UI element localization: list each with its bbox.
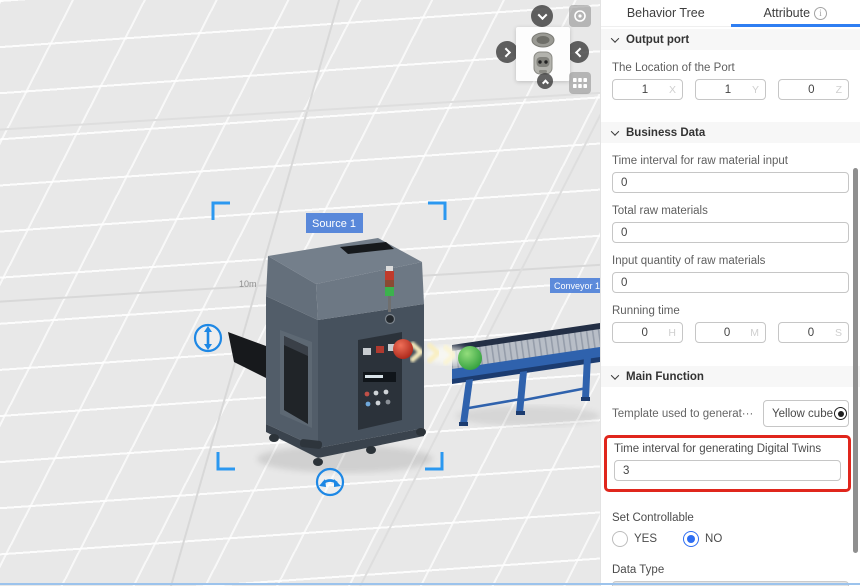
focus-target-icon (574, 10, 586, 22)
minutes-value: 0 (723, 326, 731, 339)
selection-corner-bottom-left (216, 452, 235, 471)
radio-checked-icon (683, 531, 700, 547)
scene-canvas: 10m Source 1 Conveyor 1 (193, 201, 600, 497)
running-time-seconds-input[interactable]: 0 S (778, 322, 849, 343)
total-raw-materials-label: Total raw materials (612, 205, 708, 217)
hours-value: 0 (641, 326, 648, 339)
port-x-input[interactable]: 1 X (612, 79, 683, 100)
orbit-up-button[interactable] (537, 73, 553, 89)
bottom-accent-line (0, 583, 860, 585)
rotate-horizontal-gizmo[interactable] (315, 467, 345, 497)
grid-view-button[interactable] (569, 72, 591, 94)
grid-icon (573, 78, 587, 88)
input-quantity-label: Input quantity of raw materials (612, 255, 766, 267)
unit-suffix: S (834, 326, 842, 339)
section-output-port[interactable]: Output port (601, 29, 860, 50)
generation-interval-input[interactable]: 3 (614, 460, 841, 481)
svg-text:Conveyor 1: Conveyor 1 (554, 281, 600, 291)
chevron-right-icon (500, 47, 511, 57)
section-main-function[interactable]: Main Function (601, 366, 860, 387)
app-window: 10m Source 1 Conveyor 1 Behavior Tree At… (0, 0, 860, 586)
data-type-label: Data Type (612, 564, 665, 576)
orbit-down-button[interactable] (531, 5, 553, 27)
port-z-value: 0 (808, 83, 815, 96)
move-vertical-gizmo[interactable] (193, 323, 223, 353)
axis-suffix: Z (835, 83, 842, 96)
generation-interval-label: Time interval for generating Digital Twi… (614, 443, 822, 455)
tab-behavior-tree[interactable]: Behavior Tree (601, 0, 731, 26)
tab-attribute-label: Attribute (763, 6, 811, 20)
chevron-left-icon (574, 47, 585, 57)
port-location-label: The Location of the Port (612, 62, 735, 74)
orbit-left-button[interactable] (567, 41, 589, 63)
viewport-3d[interactable]: 10m Source 1 Conveyor 1 (0, 0, 600, 586)
info-icon[interactable]: i (814, 6, 828, 20)
chevron-down-icon (610, 126, 620, 136)
port-y-value: 1 (724, 83, 732, 96)
conveyor-object-label: Conveyor 1 (550, 278, 600, 293)
port-z-input[interactable]: 0 Z (778, 79, 849, 100)
section-title: Business Data (626, 126, 706, 139)
no-label: NO (705, 533, 723, 545)
raw-material-interval-label: Time interval for raw material input (612, 155, 788, 167)
selection-corner-top-right (428, 201, 447, 220)
template-value: Yellow cube (772, 407, 833, 420)
chevron-down-icon (610, 370, 620, 380)
green-sphere-twin[interactable] (458, 346, 482, 370)
panel-tabs: Behavior Tree Attribute i (601, 0, 860, 27)
radio-unchecked-icon (612, 531, 628, 547)
running-time-label: Running time (612, 305, 680, 317)
running-time-hours-input[interactable]: 0 H (612, 322, 683, 343)
section-title: Output port (626, 33, 690, 46)
generation-interval-value: 3 (623, 464, 630, 477)
chevron-up-icon (541, 78, 549, 86)
controllable-no-option[interactable]: NO (683, 531, 722, 547)
controllable-yes-option[interactable]: YES (612, 531, 657, 547)
tab-behavior-tree-label: Behavior Tree (626, 6, 705, 20)
field-value: 0 (621, 226, 628, 239)
template-select-button[interactable]: Yellow cube (763, 400, 849, 427)
seconds-value: 0 (807, 326, 815, 339)
red-sphere-twin[interactable] (393, 339, 413, 359)
axis-suffix: X (668, 83, 676, 96)
highlighted-generation-interval: Time interval for generating Digital Twi… (604, 435, 851, 492)
template-label: Template used to generat··· (612, 407, 754, 420)
section-business-data[interactable]: Business Data (601, 122, 860, 143)
radio-selected-icon (834, 407, 847, 420)
conveyor-shadow (456, 406, 600, 426)
orbit-right-button[interactable] (496, 41, 518, 63)
unit-suffix: H (668, 326, 676, 339)
raw-material-interval-input[interactable]: 0 (612, 172, 849, 193)
total-raw-materials-input[interactable]: 0 (612, 222, 849, 243)
set-controllable-label: Set Controllable (612, 512, 694, 524)
chevron-down-icon (537, 9, 547, 20)
field-value: 0 (621, 276, 628, 289)
focus-target-button[interactable] (569, 5, 591, 27)
section-title: Main Function (626, 370, 704, 383)
yes-label: YES (634, 533, 658, 545)
attribute-panel: Behavior Tree Attribute i Output port Th… (600, 0, 860, 586)
running-time-minutes-input[interactable]: 0 M (695, 322, 766, 343)
chevron-down-icon (610, 33, 620, 43)
grid-scale-label: 10m (239, 279, 257, 289)
selection-corner-top-left (211, 201, 230, 220)
source-object-label: Source 1 (306, 213, 363, 233)
tab-attribute[interactable]: Attribute i (730, 0, 860, 27)
svg-text:Source 1: Source 1 (312, 218, 356, 230)
axis-suffix: Y (751, 83, 759, 96)
field-value: 0 (621, 176, 628, 189)
unit-suffix: M (750, 326, 759, 339)
input-quantity-input[interactable]: 0 (612, 272, 849, 293)
port-y-input[interactable]: 1 Y (695, 79, 766, 100)
port-x-value: 1 (641, 83, 649, 96)
panel-scrollbar[interactable] (853, 168, 858, 553)
